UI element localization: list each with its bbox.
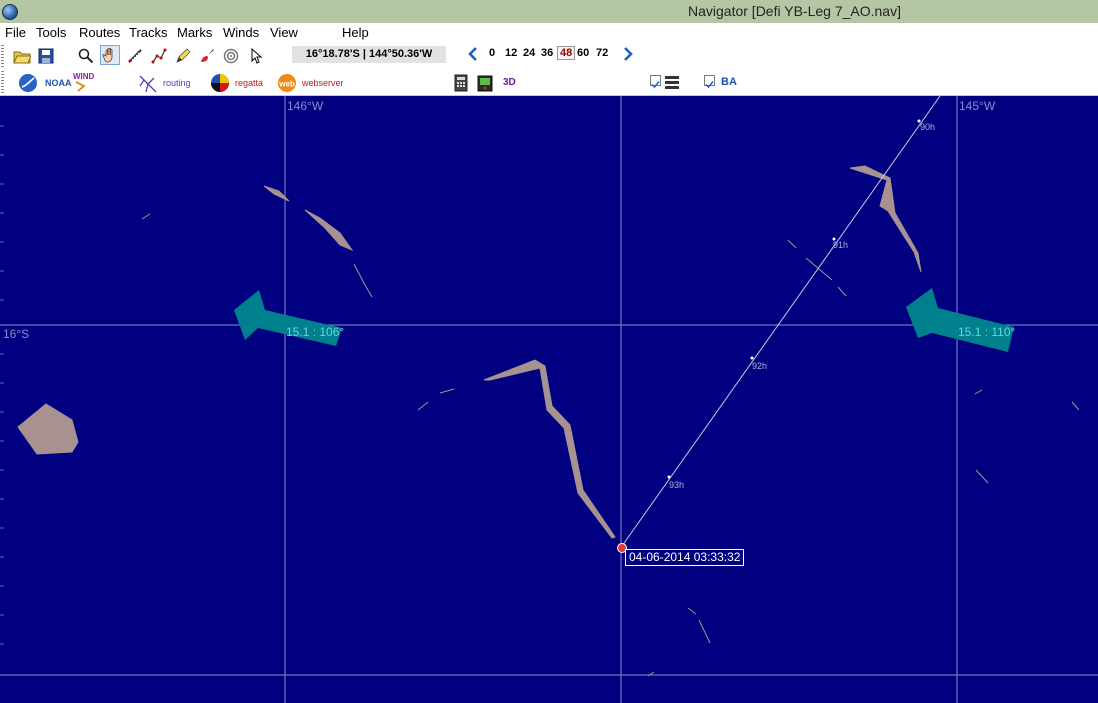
route-hour-label: 93h [669, 480, 684, 490]
routing-label[interactable]: routing [163, 78, 191, 88]
measure-ruler-icon[interactable] [125, 46, 145, 66]
window-title: Navigator [Defi YB-Leg 7_AO.nav] [688, 3, 901, 19]
main-toolbar: 16°18.78'S | 144°50.36'W 0 12 24 36 48 6… [0, 42, 1098, 69]
route-hour-label: 91h [833, 240, 848, 250]
route-waypoint[interactable] [667, 475, 671, 479]
noaa-label[interactable]: NOAA [45, 78, 72, 88]
next-hour-arrow-icon[interactable] [622, 47, 634, 61]
hour-button-24[interactable]: 24 [523, 47, 535, 59]
gps-device-icon[interactable] [475, 73, 495, 93]
menu-tools[interactable]: Tools [36, 25, 66, 40]
menu-marks[interactable]: Marks [177, 25, 212, 40]
noaa-globe-icon[interactable] [18, 73, 38, 93]
menu-bar: File Tools Routes Tracks Marks Winds Vie… [0, 23, 1098, 42]
wind-flag-icon[interactable] [74, 80, 88, 92]
wind-label-west: 15.1 : 106° [286, 325, 344, 339]
hour-button-12[interactable]: 12 [505, 47, 517, 59]
routing-tree-icon[interactable] [138, 73, 158, 93]
pencil-icon[interactable] [173, 46, 193, 66]
brush-icon[interactable] [197, 46, 217, 66]
menu-help[interactable]: Help [342, 25, 369, 40]
regatta-color-wheel-icon[interactable] [210, 73, 230, 93]
wind-label-east: 15.1 : 110° [958, 325, 1015, 339]
chart-map-canvas[interactable]: 146°W 145°W 16°S 15.1: 106° 15.1: 110°… [0, 96, 1098, 703]
boat-timestamp-label: 04-06-2014 03:33:32 [625, 549, 745, 566]
hour-button-0[interactable]: 0 [489, 47, 495, 59]
hour-button-72[interactable]: 72 [596, 47, 608, 59]
longitude-label-146w: 146°W [287, 99, 324, 113]
svg-text:web: web [278, 80, 295, 89]
select-pointer-icon[interactable] [246, 46, 266, 66]
menu-tracks[interactable]: Tracks [129, 25, 168, 40]
cursor-position-readout: 16°18.78'S | 144°50.36'W [292, 46, 446, 63]
ba-label[interactable]: BA [721, 76, 737, 88]
view-3d-label[interactable]: 3D [503, 77, 516, 88]
layers-stack-icon[interactable] [664, 74, 680, 90]
layers-checkbox[interactable] [650, 75, 661, 89]
webserver-web-icon[interactable]: web [277, 73, 297, 93]
regatta-label[interactable]: regatta [235, 78, 263, 88]
ba-checkbox[interactable] [704, 75, 715, 89]
menu-file[interactable]: File [5, 25, 26, 40]
open-folder-icon[interactable] [12, 46, 32, 66]
menu-view[interactable]: View [270, 25, 298, 40]
webserver-label[interactable]: webserver [302, 78, 344, 88]
route-waypoint[interactable] [750, 356, 754, 360]
hour-button-36[interactable]: 36 [541, 47, 553, 59]
pan-hand-icon[interactable] [100, 45, 120, 65]
latitude-label-16s: 16°S [3, 327, 29, 341]
toolbar-grip[interactable] [1, 45, 4, 67]
title-bar: Navigator [Defi YB-Leg 7_AO.nav] [0, 0, 1098, 23]
route-draw-icon[interactable] [149, 46, 169, 66]
menu-routes[interactable]: Routes [79, 25, 120, 40]
route-hour-label: 90h [920, 122, 935, 132]
target-icon[interactable] [221, 46, 241, 66]
save-disk-icon[interactable] [36, 46, 56, 66]
hour-button-60[interactable]: 60 [577, 47, 589, 59]
route-hour-label: 92h [752, 361, 767, 371]
calculator-icon[interactable] [451, 73, 471, 93]
previous-hour-arrow-icon[interactable] [467, 47, 479, 61]
zoom-magnifier-icon[interactable] [76, 46, 96, 66]
toolbar-grip[interactable] [1, 71, 4, 93]
longitude-label-145w: 145°W [959, 99, 996, 113]
hour-button-48-selected[interactable]: 48 [557, 46, 576, 60]
menu-winds[interactable]: Winds [223, 25, 259, 40]
